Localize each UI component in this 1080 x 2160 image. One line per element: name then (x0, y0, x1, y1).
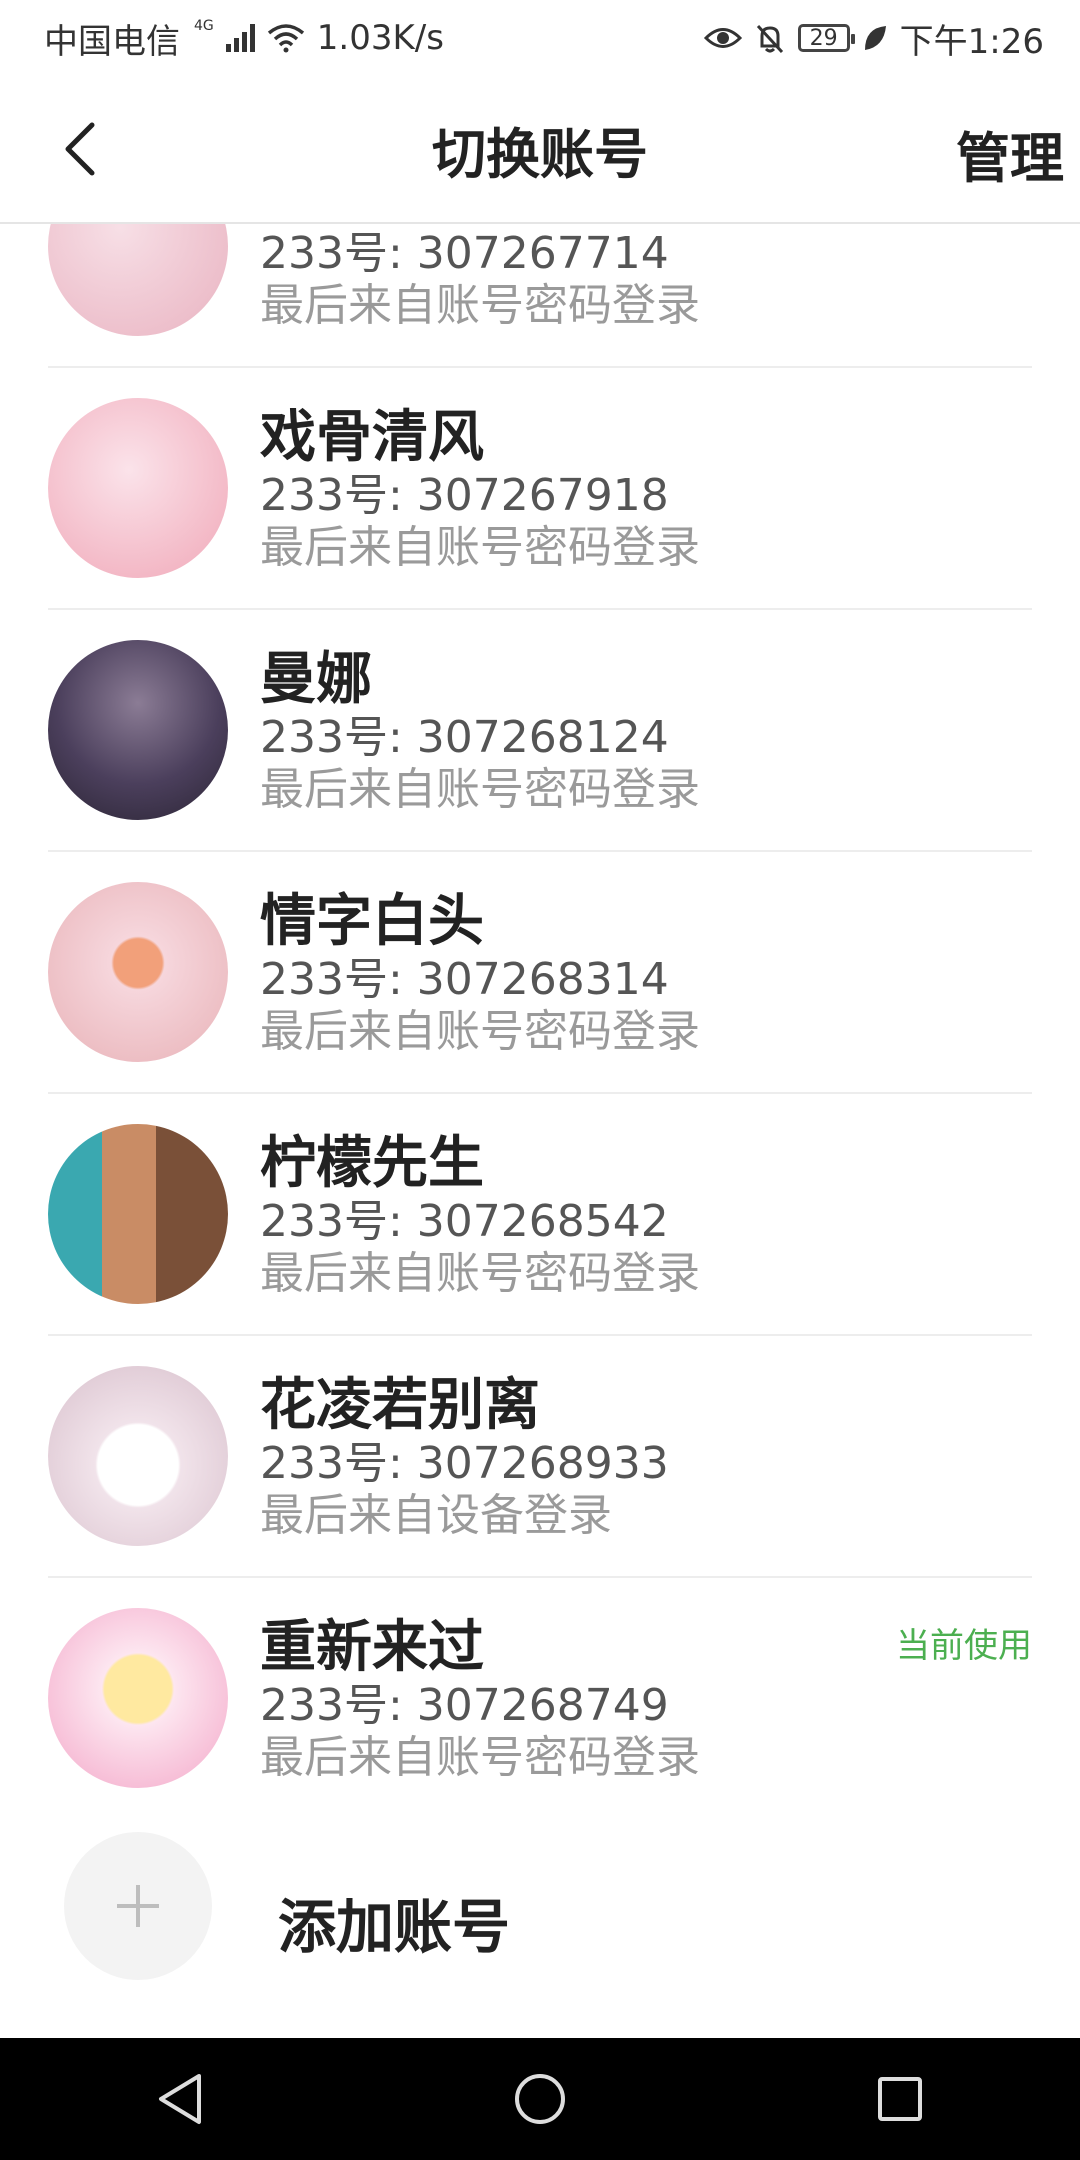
chevron-left-icon (65, 122, 95, 176)
account-name: 花凌若别离 (260, 1373, 540, 1438)
account-id: 233号: 307268314 (260, 954, 669, 1005)
avatar (48, 1608, 228, 1788)
avatar (48, 398, 228, 578)
avatar (48, 222, 228, 336)
nav-home-button[interactable] (480, 2049, 600, 2149)
status-bar: 中国电信 4G 1.03K/s 29 下午1:26 (0, 0, 1080, 76)
nav-recents-button[interactable] (840, 2049, 960, 2149)
account-row[interactable]: 曼娜 233号: 307268124 最后来自账号密码登录 (48, 610, 1032, 852)
account-id: 233号: 307268933 (260, 1438, 669, 1489)
battery-icon: 29 (797, 24, 855, 52)
square-recents-icon (878, 2077, 922, 2121)
avatar (48, 640, 228, 820)
account-id: 233号: 307268124 (260, 712, 669, 763)
bell-off-icon (756, 24, 783, 54)
avatar (48, 1366, 228, 1546)
account-name: 曼娜 (260, 647, 372, 712)
carrier-label: 中国电信 (44, 21, 180, 62)
add-account-button[interactable]: 添加账号 (0, 1788, 1080, 2038)
account-row[interactable]: 情字白头 233号: 307268314 最后来自账号密码登录 (48, 852, 1032, 1094)
system-nav-bar (0, 2038, 1080, 2160)
account-row[interactable]: 柠檬先生 233号: 307268542 最后来自账号密码登录 (48, 1094, 1032, 1336)
account-name: 情字白头 (260, 889, 484, 954)
account-id: 233号: 307267918 (260, 470, 669, 521)
current-account-badge: 当前使用 (896, 1626, 1032, 1666)
app-header: 切换账号 管理 (0, 76, 1080, 224)
eye-icon (703, 28, 742, 48)
account-info: 233号: 307267714 最后来自账号密码登录 (260, 222, 700, 332)
account-last-login: 最后来自设备登录 (260, 1490, 612, 1541)
account-id: 233号: 307267714 (260, 228, 669, 279)
account-last-login: 最后来自账号密码登录 (260, 280, 700, 331)
account-name: 柠檬先生 (260, 1131, 484, 1196)
account-last-login: 最后来自账号密码登录 (260, 764, 700, 815)
signal-icon (225, 24, 255, 52)
account-info: 情字白头 233号: 307268314 最后来自账号密码登录 (260, 890, 700, 1058)
network-type: 4G (194, 18, 214, 34)
battery-level: 29 (809, 25, 838, 51)
avatar (48, 1124, 228, 1304)
avatar (48, 882, 228, 1062)
switch-account-screen: 中国电信 4G 1.03K/s 29 下午1:26 切换账号 管理 233号: … (0, 0, 1080, 2160)
add-account-circle (64, 1832, 212, 1980)
account-last-login: 最后来自账号密码登录 (260, 1006, 700, 1057)
manage-button[interactable]: 管理 (956, 114, 1064, 193)
back-button[interactable] (50, 114, 110, 184)
account-info: 曼娜 233号: 307268124 最后来自账号密码登录 (260, 648, 700, 816)
account-last-login: 最后来自账号密码登录 (260, 522, 700, 573)
account-info: 重新来过 233号: 307268749 最后来自账号密码登录 (260, 1616, 700, 1784)
triangle-back-icon (159, 2074, 201, 2124)
status-bar-right: 29 下午1:26 (703, 14, 1044, 63)
nav-back-button[interactable] (120, 2049, 240, 2149)
account-info: 柠檬先生 233号: 307268542 最后来自账号密码登录 (260, 1132, 700, 1300)
network-speed: 1.03K/s (316, 18, 444, 58)
account-row[interactable]: 花凌若别离 233号: 307268933 最后来自设备登录 (48, 1336, 1032, 1578)
add-account-label: 添加账号 (278, 1893, 511, 1961)
account-name: 戏骨清风 (260, 405, 484, 470)
account-row-current[interactable]: 重新来过 233号: 307268749 最后来自账号密码登录 当前使用 (48, 1578, 1032, 1788)
account-last-login: 最后来自账号密码登录 (260, 1248, 700, 1299)
clock: 下午1:26 (899, 21, 1044, 62)
wifi-icon (267, 24, 304, 53)
account-last-login: 最后来自账号密码登录 (260, 1732, 700, 1783)
account-id: 233号: 307268749 (260, 1680, 669, 1731)
account-row[interactable]: 233号: 307267714 最后来自账号密码登录 (48, 222, 1032, 368)
account-info: 戏骨清风 233号: 307267918 最后来自账号密码登录 (260, 406, 700, 574)
account-row[interactable]: 戏骨清风 233号: 307267918 最后来自账号密码登录 (48, 368, 1032, 610)
account-id: 233号: 307268542 (260, 1196, 669, 1247)
page-title: 切换账号 (432, 122, 648, 186)
account-info: 花凌若别离 233号: 307268933 最后来自设备登录 (260, 1374, 669, 1542)
leaf-icon (864, 26, 886, 50)
account-list: 233号: 307267714 最后来自账号密码登录 戏骨清风 233号: 30… (0, 222, 1080, 1788)
status-bar-left: 中国电信 4G 1.03K/s (44, 14, 444, 63)
account-name: 重新来过 (260, 1615, 484, 1680)
plus-icon (117, 1885, 159, 1927)
circle-home-icon (515, 2074, 565, 2124)
